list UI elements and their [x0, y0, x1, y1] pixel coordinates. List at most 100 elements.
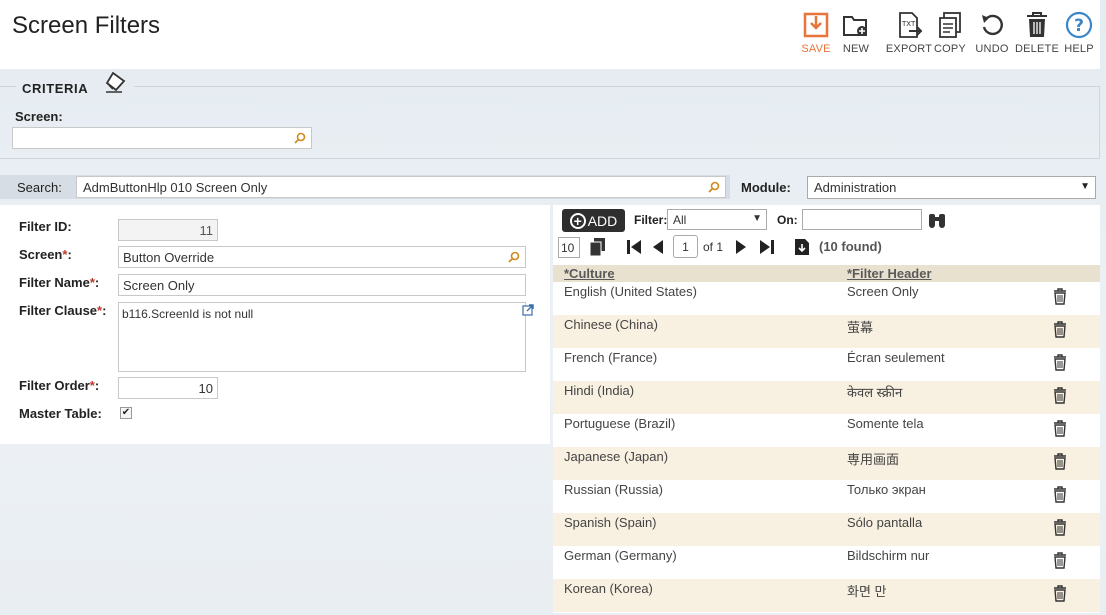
- table-row[interactable]: Chinese (China) 萤幕: [553, 315, 1100, 348]
- filter-id-label: Filter ID:: [19, 219, 72, 234]
- filter-order-label: Filter Order*:: [19, 378, 100, 393]
- page-number-input[interactable]: 1: [673, 235, 698, 258]
- filter-header-cell: 萤幕: [847, 320, 874, 335]
- svg-text:?: ?: [1074, 16, 1084, 36]
- filter-header-cell: 화면 만: [847, 584, 887, 599]
- culture-cell: French (France): [564, 350, 658, 365]
- search-bar: Search: AdmButtonHlp 010 Screen Only: [0, 175, 730, 199]
- culture-cell: Spanish (Spain): [564, 515, 657, 530]
- filter-header-cell: Somente tela: [847, 416, 924, 431]
- filter-order-field[interactable]: 10: [118, 377, 218, 399]
- next-page-icon[interactable]: [734, 238, 748, 259]
- criteria-screen-label: Screen:: [15, 109, 63, 124]
- page-size-input[interactable]: 10: [558, 237, 580, 258]
- export-button[interactable]: TXT EXPORT: [886, 10, 932, 55]
- search-input[interactable]: AdmButtonHlp 010 Screen Only: [76, 176, 726, 198]
- page-header: Screen Filters SAVE NEW TXT EXPORT COPY: [0, 0, 1100, 69]
- filter-header-cell: 専用画面: [847, 452, 900, 467]
- plus-icon: +: [569, 212, 586, 229]
- download-icon[interactable]: [794, 238, 810, 259]
- filter-header-cell: Screen Only: [847, 284, 919, 299]
- page-title: Screen Filters: [12, 12, 161, 39]
- trash-icon[interactable]: [1053, 519, 1067, 539]
- filter-name-label: Filter Name*:: [19, 275, 100, 290]
- filter-name-field[interactable]: Screen Only: [118, 274, 526, 296]
- new-folder-icon: [842, 10, 870, 40]
- table-row[interactable]: Hindi (India) केवल स्क्रीन: [553, 381, 1100, 414]
- module-label: Module:: [741, 180, 791, 195]
- detail-form: Filter ID: 11 Screen*: Button Override F…: [0, 205, 550, 444]
- help-button[interactable]: ? HELP: [1064, 10, 1094, 55]
- culture-cell: Portuguese (Brazil): [564, 416, 676, 431]
- chevron-down-icon: ▼: [1080, 181, 1090, 192]
- criteria-screen-input[interactable]: [12, 127, 312, 149]
- export-icon: TXT: [895, 10, 923, 40]
- module-value: Administration: [814, 180, 897, 195]
- filter-id-field: 11: [118, 219, 218, 241]
- binoculars-icon[interactable]: [927, 211, 947, 232]
- screen-field[interactable]: Button Override: [118, 246, 526, 268]
- grid-filter-select[interactable]: All ▼: [667, 209, 767, 230]
- copy-icon[interactable]: [589, 237, 607, 260]
- copy-button[interactable]: COPY: [934, 10, 966, 55]
- filter-header-cell: केवल स्क्रीन: [847, 385, 903, 400]
- trash-icon[interactable]: [1053, 321, 1067, 341]
- trash-icon[interactable]: [1053, 354, 1067, 374]
- table-row[interactable]: Portuguese (Brazil) Somente tela: [553, 414, 1100, 447]
- table-row[interactable]: Korean (Korea) 화면 만: [553, 579, 1100, 612]
- trash-icon[interactable]: [1053, 387, 1067, 407]
- filter-header-cell: Bildschirm nur: [847, 548, 930, 563]
- first-page-icon[interactable]: [625, 238, 643, 259]
- search-icon[interactable]: [705, 179, 723, 195]
- table-row[interactable]: Japanese (Japan) 専用画面: [553, 447, 1100, 480]
- page-of-label: of 1: [703, 240, 724, 254]
- filter-clause-textarea[interactable]: b116.ScreenId is not null: [118, 302, 526, 372]
- criteria-legend: CRITERIA: [16, 71, 135, 96]
- undo-icon: [979, 10, 1005, 40]
- grid-header: *Culture *Filter Header: [553, 265, 1100, 282]
- table-row[interactable]: French (France) Écran seulement: [553, 348, 1100, 381]
- grid-on-label: On:: [777, 213, 798, 227]
- grid-on-input[interactable]: [802, 209, 922, 230]
- grid-filter-label: Filter:: [634, 213, 668, 227]
- filter-header-cell: Только экран: [847, 482, 926, 497]
- table-row[interactable]: Spanish (Spain) Sólo pantalla: [553, 513, 1100, 546]
- culture-cell: English (United States): [564, 284, 697, 299]
- new-button[interactable]: NEW: [840, 10, 872, 55]
- undo-button[interactable]: UNDO: [975, 10, 1008, 55]
- add-button[interactable]: + ADD: [562, 209, 625, 232]
- trash-icon[interactable]: [1053, 585, 1067, 605]
- screen-label: Screen*:: [19, 247, 72, 262]
- module-select[interactable]: Administration ▼: [807, 176, 1096, 199]
- prev-page-icon[interactable]: [651, 238, 665, 259]
- trash-icon[interactable]: [1053, 420, 1067, 440]
- trash-icon: [1025, 10, 1049, 40]
- search-icon[interactable]: [291, 130, 309, 146]
- trash-icon[interactable]: [1053, 552, 1067, 572]
- filter-clause-label: Filter Clause*:: [19, 303, 107, 318]
- eraser-icon[interactable]: [104, 71, 128, 96]
- svg-text:TXT: TXT: [901, 20, 916, 28]
- delete-button[interactable]: DELETE: [1015, 10, 1059, 55]
- save-icon: [803, 10, 829, 40]
- search-icon[interactable]: [505, 249, 523, 265]
- column-culture-header[interactable]: *Culture: [564, 266, 615, 281]
- master-table-checkbox[interactable]: ✔: [120, 407, 132, 419]
- column-filter-header-header[interactable]: *Filter Header: [847, 266, 932, 281]
- table-row[interactable]: German (Germany) Bildschirm nur: [553, 546, 1100, 579]
- records-found-label: (10 found): [819, 239, 882, 254]
- criteria-panel: CRITERIA Screen:: [0, 71, 1100, 159]
- table-row[interactable]: Russian (Russia) Только экран: [553, 480, 1100, 513]
- search-label: Search:: [17, 180, 62, 195]
- trash-icon[interactable]: [1053, 453, 1067, 473]
- last-page-icon[interactable]: [758, 238, 776, 259]
- table-row[interactable]: English (United States) Screen Only: [553, 282, 1100, 315]
- master-table-label: Master Table:: [19, 406, 102, 421]
- trash-icon[interactable]: [1053, 486, 1067, 506]
- expand-icon[interactable]: [522, 304, 534, 319]
- culture-cell: Chinese (China): [564, 317, 658, 332]
- trash-icon[interactable]: [1053, 288, 1067, 308]
- toolbar: SAVE NEW TXT EXPORT COPY UNDO DELETE ? H…: [801, 10, 1094, 55]
- save-button[interactable]: SAVE: [801, 10, 831, 55]
- culture-cell: Korean (Korea): [564, 581, 653, 596]
